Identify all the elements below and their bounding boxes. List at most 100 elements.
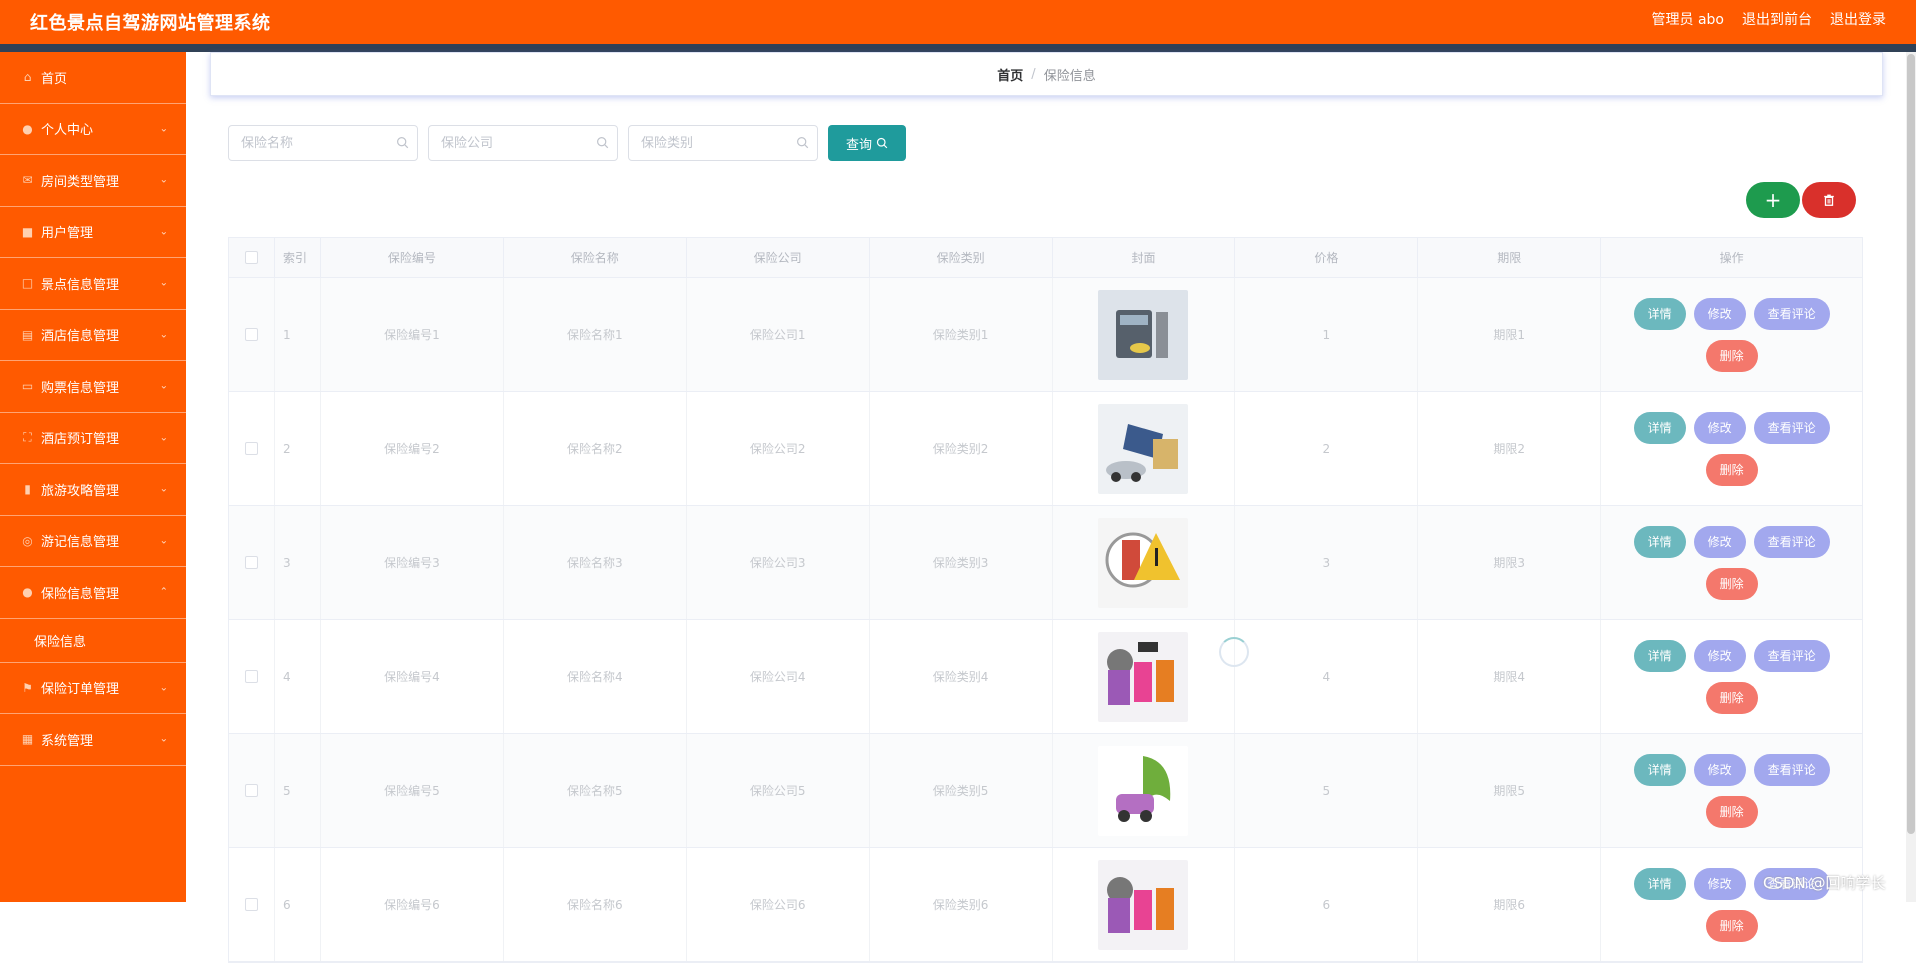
row-checkbox[interactable] [244, 556, 258, 569]
search-icon [876, 137, 888, 149]
view-comments-button[interactable]: 查看评论 [1753, 411, 1830, 444]
delete-button[interactable]: 删除 [1705, 795, 1758, 828]
sidebar-item-insurance-info[interactable]: ● 保险信息管理 ⌃ [0, 567, 186, 619]
table-row: 4 保险编号4 保险名称4 保险公司4 保险类别4 4 期限4 详情 修改 查看… [229, 620, 1862, 734]
insurance-category-field[interactable] [628, 125, 818, 161]
row-checkbox[interactable] [244, 784, 258, 797]
category-cell: 保险类别5 [870, 734, 1053, 847]
sidebar-subitem-insurance[interactable]: 保险信息 [0, 619, 186, 663]
sidebar-item-spots[interactable]: □ 景点信息管理 ⌄ [0, 258, 186, 310]
column-header: 价格 [1235, 238, 1419, 277]
detail-button[interactable]: 详情 [1633, 639, 1686, 672]
row-select-cell[interactable] [229, 392, 275, 505]
cover-image[interactable] [1098, 403, 1189, 494]
term-cell: 期限2 [1418, 392, 1602, 505]
delete-button[interactable]: 删除 [1705, 339, 1758, 372]
sidebar-item-travelogues[interactable]: ◎ 游记信息管理 ⌄ [0, 516, 186, 567]
delete-button[interactable]: 删除 [1705, 909, 1758, 942]
logout-link[interactable]: 退出登录 [1830, 9, 1886, 29]
edit-button[interactable]: 修改 [1693, 867, 1746, 900]
detail-button[interactable]: 详情 [1633, 867, 1686, 900]
cover-image[interactable] [1098, 859, 1189, 950]
insurance-category-input[interactable] [641, 126, 791, 160]
sidebar-item-label: 酒店预订管理 [41, 432, 120, 448]
sidebar-item-hotels[interactable]: ▤ 酒店信息管理 ⌄ [0, 310, 186, 361]
insurance-name-input[interactable] [241, 126, 391, 160]
breadcrumb-current: 保险信息 [1043, 68, 1096, 84]
view-comments-button[interactable]: 查看评论 [1753, 639, 1830, 672]
edit-button[interactable]: 修改 [1693, 297, 1746, 330]
add-button[interactable]: + [1746, 182, 1800, 218]
sidebar-item-users[interactable]: ■ 用户管理 ⌄ [0, 207, 186, 258]
row-checkbox[interactable] [244, 670, 258, 683]
sidebar-item-label: 用户管理 [41, 226, 94, 242]
insurance-company-field[interactable] [428, 125, 618, 161]
breadcrumb-home[interactable]: 首页 [997, 65, 1023, 84]
row-select-cell[interactable] [229, 848, 275, 961]
row-checkbox[interactable] [244, 328, 258, 341]
view-comments-button[interactable]: 查看评论 [1753, 297, 1830, 330]
chevron-down-icon: ⌄ [159, 329, 168, 341]
sidebar-item-personal[interactable]: ● 个人中心 ⌄ [0, 104, 186, 155]
page-scrollbar[interactable] [1906, 52, 1916, 902]
row-select-cell[interactable] [229, 620, 275, 733]
sidebar-item-guides[interactable]: ▮ 旅游攻略管理 ⌄ [0, 464, 186, 516]
column-header: 索引 [275, 238, 321, 277]
query-button[interactable]: 查询 [828, 125, 906, 161]
code-cell: 保险编号4 [321, 620, 504, 733]
edit-button[interactable]: 修改 [1693, 525, 1746, 558]
select-all-cell[interactable] [229, 238, 275, 277]
cover-image[interactable] [1098, 517, 1189, 608]
sidebar-item-hotel-bookings[interactable]: ⛶ 酒店预订管理 ⌄ [0, 413, 186, 464]
edit-button[interactable]: 修改 [1693, 411, 1746, 444]
sidebar-item-home[interactable]: ⌂ 首页 [0, 52, 186, 104]
user-manage-icon: ■ [21, 224, 34, 239]
view-comments-button[interactable]: 查看评论 [1753, 753, 1830, 786]
exit-to-front-link[interactable]: 退出到前台 [1742, 9, 1812, 29]
chat-icon: ▭ [21, 379, 34, 394]
company-cell: 保险公司3 [687, 506, 870, 619]
detail-button[interactable]: 详情 [1633, 525, 1686, 558]
globe-icon: ◎ [22, 533, 33, 548]
detail-button[interactable]: 详情 [1633, 753, 1686, 786]
view-comments-button[interactable]: 查看评论 [1753, 525, 1830, 558]
detail-button[interactable]: 详情 [1633, 297, 1686, 330]
row-select-cell[interactable] [229, 506, 275, 619]
price-cell: 1 [1235, 278, 1419, 391]
edit-button[interactable]: 修改 [1693, 639, 1746, 672]
actions-cell: 详情 修改 查看评论 删除 [1601, 734, 1862, 847]
scrollbar-thumb[interactable] [1907, 54, 1915, 834]
sidebar-item-room-types[interactable]: ✉ 房间类型管理 ⌄ [0, 155, 186, 207]
cover-image[interactable] [1098, 745, 1189, 836]
insurance-name-field[interactable] [228, 125, 418, 161]
cover-image[interactable] [1098, 289, 1189, 380]
table-row: 5 保险编号5 保险名称5 保险公司5 保险类别5 5 期限5 详情 修改 查看… [229, 734, 1862, 848]
table-row: 1 保险编号1 保险名称1 保险公司1 保险类别1 1 期限1 详情 修改 查看… [229, 278, 1862, 392]
sidebar-item-tickets[interactable]: ▭ 购票信息管理 ⌄ [0, 361, 186, 413]
row-select-cell[interactable] [229, 734, 275, 847]
chevron-down-icon: ⌄ [159, 483, 168, 495]
row-checkbox[interactable] [244, 442, 258, 455]
delete-button[interactable]: 删除 [1705, 453, 1758, 486]
select-all-checkbox[interactable] [244, 251, 258, 264]
watermark: CSDN @回响学长 [1763, 874, 1886, 892]
row-checkbox[interactable] [244, 898, 258, 911]
sidebar-item-insurance-orders[interactable]: ⚑ 保险订单管理 ⌄ [0, 663, 186, 714]
chevron-down-icon: ⌄ [159, 123, 168, 135]
delete-button[interactable]: 删除 [1705, 681, 1758, 714]
cover-cell [1053, 506, 1236, 619]
chevron-down-icon: ⌄ [159, 535, 168, 547]
main-content: 首页 / 保险信息 查询 + 索引 保险编号 保险名称 保 [186, 52, 1916, 963]
chevron-up-icon: ⌃ [159, 586, 168, 598]
price-cell: 3 [1235, 506, 1419, 619]
detail-button[interactable]: 详情 [1633, 411, 1686, 444]
edit-button[interactable]: 修改 [1693, 753, 1746, 786]
cover-image[interactable] [1098, 631, 1189, 722]
delete-button[interactable]: 删除 [1705, 567, 1758, 600]
batch-delete-button[interactable] [1802, 182, 1856, 218]
sidebar-item-system[interactable]: ▦ 系统管理 ⌄ [0, 714, 186, 766]
chevron-down-icon: ⌄ [159, 226, 168, 238]
insurance-company-input[interactable] [441, 126, 591, 160]
row-select-cell[interactable] [229, 278, 275, 391]
sidebar-item-label: 游记信息管理 [41, 535, 120, 551]
